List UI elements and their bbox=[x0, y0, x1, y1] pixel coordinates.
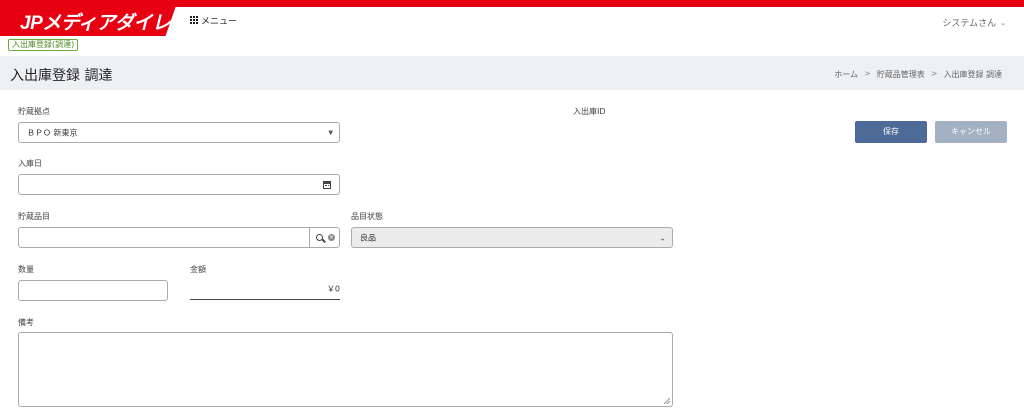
quantity-input[interactable] bbox=[18, 280, 168, 301]
remarks-textarea[interactable] bbox=[18, 332, 673, 407]
cancel-button[interactable]: キャンセル bbox=[935, 121, 1007, 143]
inout-id-label: 入出庫ID bbox=[573, 107, 606, 116]
breadcrumb-inventory[interactable]: 貯蔵品管理表 bbox=[877, 69, 925, 80]
storage-location-label: 貯蔵拠点 bbox=[18, 107, 50, 116]
user-menu[interactable]: システムさん ⌄ bbox=[942, 16, 1006, 30]
clear-icon[interactable]: × bbox=[328, 234, 335, 241]
amount-value: ￥0 bbox=[326, 284, 340, 294]
item-status-value: 良品 bbox=[360, 233, 376, 242]
stock-date-input[interactable] bbox=[18, 174, 340, 195]
storage-location-value: ＢＰＯ 新東京 bbox=[27, 128, 78, 137]
breadcrumb-separator: > bbox=[930, 69, 938, 78]
amount-label: 金額 bbox=[190, 265, 206, 274]
storage-location-select[interactable]: ＢＰＯ 新東京 ▼ bbox=[18, 122, 340, 143]
top-bar: JPメディアダイレクト メニュー システムさん ⌄ bbox=[0, 0, 1024, 36]
stock-date-label: 入庫日 bbox=[18, 159, 42, 168]
item-search-actions: × bbox=[309, 228, 339, 247]
breadcrumb-separator: > bbox=[864, 69, 871, 78]
item-status-label: 品目状態 bbox=[351, 212, 383, 221]
page-tab-badge[interactable]: 入出庫登録(調達) bbox=[8, 39, 79, 51]
breadcrumb-current: 入出庫登録 調達 bbox=[943, 70, 1002, 79]
calendar-icon[interactable] bbox=[323, 180, 331, 189]
chevron-down-icon: ⌄ bbox=[659, 233, 666, 242]
remarks-label: 備考 bbox=[18, 318, 34, 327]
grid-menu-icon bbox=[190, 16, 199, 25]
caret-down-icon: ▼ bbox=[328, 129, 333, 136]
logo[interactable]: JPメディアダイレクト bbox=[20, 8, 208, 35]
form-panel: 貯蔵拠点 ＢＰＯ 新東京 ▼ 入出庫ID 保存 キャンセル 入庫日 貯蔵品目 ×… bbox=[10, 90, 1015, 416]
page-title: 入出庫登録 調達 bbox=[10, 68, 113, 84]
amount-field: ￥0 bbox=[190, 279, 340, 300]
resize-handle-icon[interactable] bbox=[664, 398, 670, 404]
menu-button[interactable]: メニュー bbox=[190, 14, 237, 27]
chevron-down-icon: ⌄ bbox=[1000, 18, 1006, 27]
search-icon[interactable] bbox=[316, 234, 323, 241]
item-status-select[interactable]: 良品 ⌄ bbox=[351, 227, 673, 248]
item-input[interactable]: × bbox=[18, 227, 340, 248]
quantity-label: 数量 bbox=[18, 265, 34, 274]
user-name: システムさん bbox=[942, 19, 997, 29]
menu-label: メニュー bbox=[201, 17, 238, 27]
item-label: 貯蔵品目 bbox=[18, 212, 50, 221]
save-button[interactable]: 保存 bbox=[855, 121, 927, 143]
breadcrumb-home[interactable]: ホーム bbox=[834, 69, 858, 80]
breadcrumb: ホーム > 貯蔵品管理表 > 入出庫登録 調達 bbox=[834, 69, 1002, 80]
